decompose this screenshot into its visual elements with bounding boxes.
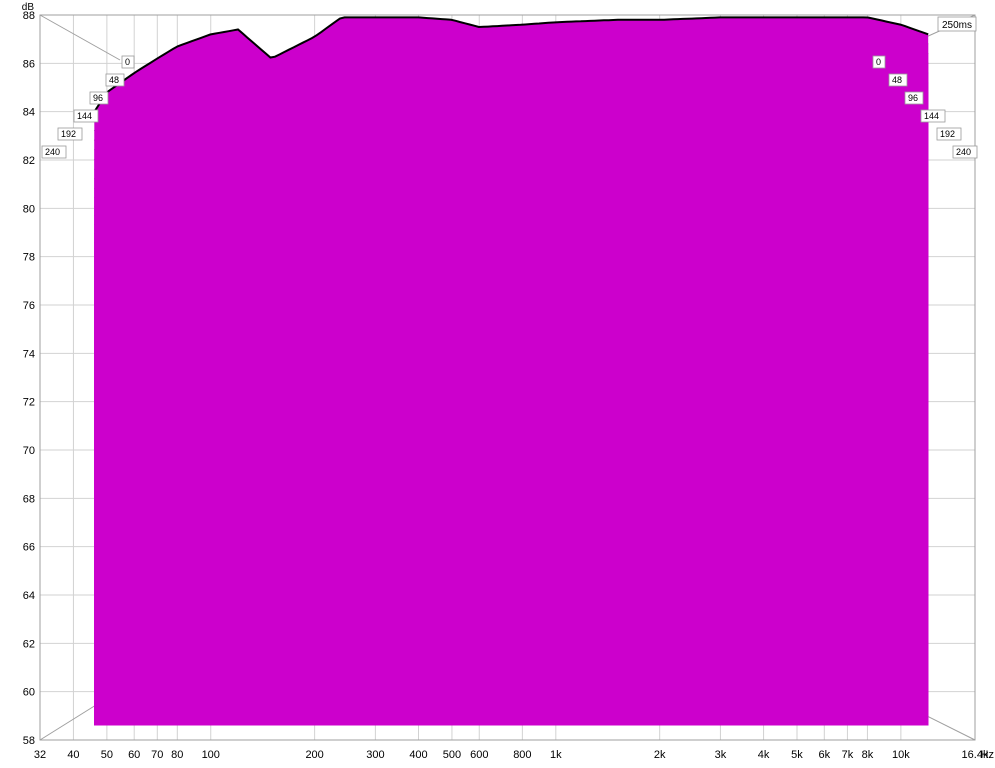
- y-tick-label: 58: [23, 735, 35, 747]
- time-range-label: 250ms: [937, 16, 977, 32]
- svg-text:192: 192: [940, 129, 955, 139]
- x-tick-label: 4k: [758, 749, 770, 761]
- svg-text:240: 240: [956, 147, 971, 157]
- svg-text:48: 48: [892, 75, 902, 85]
- svg-text:192: 192: [61, 129, 76, 139]
- svg-text:250ms: 250ms: [942, 20, 972, 31]
- y-tick-label: 78: [23, 252, 35, 264]
- y-tick-label: 82: [23, 155, 35, 167]
- x-tick-label: 5k: [791, 749, 803, 761]
- time-slice-label-right: 96: [904, 91, 924, 105]
- y-tick-label: 62: [23, 638, 35, 650]
- y-tick-label: 84: [23, 107, 35, 119]
- waterfall-chart: 58 60 62 64 66 68 70 72 74 76 78 80 82 84 86 88 32 40 50 60…: [0, 0, 995, 763]
- svg-text:48: 48: [109, 75, 119, 85]
- svg-text:0: 0: [125, 57, 130, 67]
- time-slice-label-left: 144: [73, 109, 99, 123]
- decay-slice-fill: [94, 17, 929, 726]
- time-slice-label-left: 0: [121, 55, 135, 69]
- y-tick-label: 68: [23, 493, 35, 505]
- x-tick-label: 60: [128, 749, 140, 761]
- waterfall-slices: [93, 16, 929, 726]
- y-tick-label: 74: [23, 348, 35, 360]
- time-slice-label-left: 240: [41, 145, 67, 159]
- time-slice-label-right: 240: [952, 145, 978, 159]
- y-tick-label: 70: [23, 445, 35, 457]
- x-tick-label: 200: [305, 749, 323, 761]
- y-tick-label: 60: [23, 687, 35, 699]
- time-slice-label-right: 192: [936, 127, 962, 141]
- svg-text:144: 144: [924, 111, 939, 121]
- x-tick-label: 2k: [654, 749, 666, 761]
- y-unit-label: dB: [22, 2, 35, 13]
- x-tick-label: 600: [470, 749, 488, 761]
- x-tick-label: 80: [171, 749, 183, 761]
- x-tick-label: 6k: [819, 749, 831, 761]
- waterfall-plot: 5860626466687072747678808284868832 40 50 60…: [22, 2, 994, 761]
- y-tick-label: 80: [23, 203, 35, 215]
- time-slice-label-left: 192: [57, 127, 83, 141]
- x-tick-label: 10k: [892, 749, 910, 761]
- x-unit-label: Hz: [981, 749, 994, 761]
- x-tick-label: 70: [151, 749, 163, 761]
- time-slice-label-left: 48: [105, 73, 125, 87]
- svg-text:144: 144: [77, 111, 92, 121]
- x-tick-label: 8k: [862, 749, 874, 761]
- perspective-edge: [39, 14, 121, 61]
- x-tick-label: 3k: [715, 749, 727, 761]
- y-tick-label: 64: [23, 590, 35, 602]
- x-tick-label: 50: [101, 749, 113, 761]
- x-tick-label: 800: [513, 749, 531, 761]
- time-slice-label-left: 96: [89, 91, 109, 105]
- svg-text:96: 96: [93, 93, 103, 103]
- x-tick-label: 500: [443, 749, 461, 761]
- x-tick-label: 40: [67, 749, 79, 761]
- y-tick-label: 86: [23, 58, 35, 70]
- svg-text:0: 0: [876, 57, 881, 67]
- x-tick-label: 400: [409, 749, 427, 761]
- y-tick-label: 72: [23, 397, 35, 409]
- x-tick-label: 1k: [550, 749, 562, 761]
- y-tick-label: 66: [23, 542, 35, 554]
- time-slice-label-right: 48: [888, 73, 908, 87]
- svg-text:96: 96: [908, 93, 918, 103]
- svg-text:240: 240: [45, 147, 60, 157]
- x-tick-label: 7k: [842, 749, 854, 761]
- y-tick-label: 76: [23, 300, 35, 312]
- x-tick-label: 32: [34, 749, 46, 761]
- time-slice-label-right: 0: [872, 55, 886, 69]
- time-slice-label-right: 144: [920, 109, 946, 123]
- x-tick-label: 100: [202, 749, 220, 761]
- x-tick-label: 300: [366, 749, 384, 761]
